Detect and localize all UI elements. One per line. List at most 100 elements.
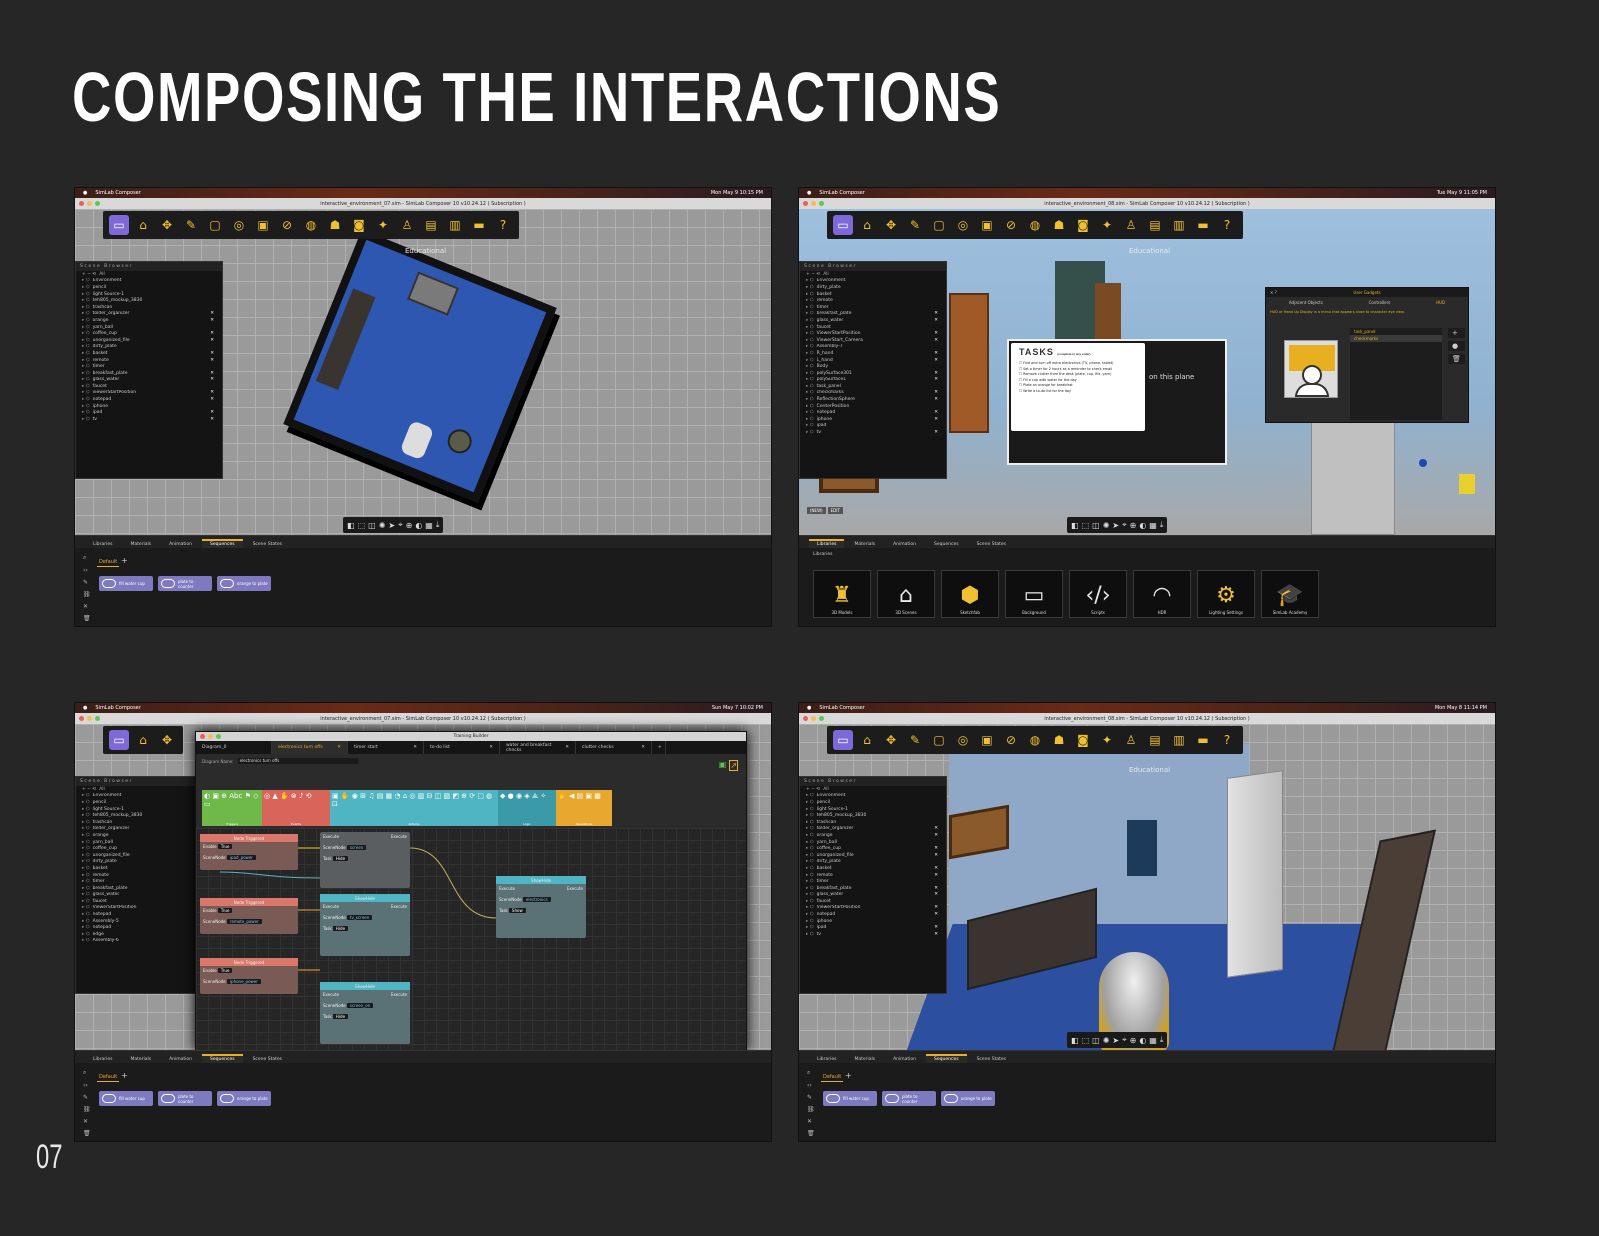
remove-icon[interactable]: ✕ <box>210 417 214 422</box>
remove-icon[interactable]: ✕ <box>934 311 938 316</box>
download-icon[interactable]: ⤓ <box>1160 1035 1164 1045</box>
brush-icon[interactable]: ✎ <box>83 1094 91 1101</box>
close-tab-icon[interactable]: ✕ <box>413 745 417 750</box>
tab-default[interactable]: Default <box>97 1073 120 1082</box>
render-icon[interactable]: ▣ <box>977 215 997 235</box>
tree-item[interactable]: ▸ ⌬notepad ✕ <box>76 396 222 403</box>
tree-item[interactable]: ▸ ⌬tolder_organizer ✕ <box>800 826 946 833</box>
remove-icon[interactable]: ✕ <box>934 873 938 878</box>
trigger-node[interactable]: Node Triggered Enable True SceneNode ipho… <box>200 958 298 994</box>
cat-icon[interactable]: ☗ <box>325 215 345 235</box>
transform-icon[interactable]: ✥ <box>157 730 177 750</box>
code-icon[interactable]: ‹› <box>83 1082 91 1089</box>
box-icon[interactable]: ◫ <box>1092 1036 1100 1045</box>
add-tab-button[interactable]: + <box>845 1071 852 1080</box>
frame-icon[interactable]: ▢ <box>205 215 225 235</box>
remove-icon[interactable]: ✕ <box>934 846 938 851</box>
tree-item[interactable]: ▸ ⌬ polySurface1 ✕ <box>800 377 946 384</box>
add-tab-button[interactable]: + <box>121 556 128 565</box>
tree-item[interactable]: ▸ ⌬ tv ✕ <box>800 429 946 436</box>
remove-icon[interactable]: ✕ <box>210 397 214 402</box>
link-icon[interactable]: ⛓ <box>83 591 91 598</box>
remove-icon[interactable]: ✕ <box>210 338 214 343</box>
tab-scene-states[interactable]: Scene States <box>245 1054 290 1063</box>
enable-select[interactable]: True <box>217 908 233 913</box>
remove-icon[interactable]: ✕ <box>934 390 938 395</box>
walk-icon[interactable]: ⊕ <box>406 521 413 530</box>
close-icon[interactable]: ✕ <box>83 1118 91 1125</box>
person-icon[interactable]: ♙ <box>397 215 417 235</box>
material-icon[interactable]: ⊘ <box>277 215 297 235</box>
new-button[interactable]: (NEW) <box>807 507 826 514</box>
help-icon[interactable]: ? <box>1217 730 1237 750</box>
grid-icon[interactable]: ▦ <box>1149 1036 1157 1045</box>
remove-icon[interactable]: ✕ <box>210 410 214 415</box>
globe-icon[interactable]: ◍ <box>1025 730 1045 750</box>
material-icon[interactable]: ⊘ <box>1001 215 1021 235</box>
close-tab-icon[interactable]: ✕ <box>565 745 569 750</box>
tree-item[interactable]: ▸ ⌬ remote <box>800 297 946 304</box>
trash-icon[interactable]: 🗑 <box>83 1130 91 1137</box>
tree-item[interactable]: ▸ ⌬ polySurface301 ✕ <box>800 370 946 377</box>
tab-scene-states[interactable]: Scene States <box>969 1054 1014 1063</box>
edit-button[interactable]: EDIT <box>827 507 843 514</box>
tree-item[interactable]: ▸ ⌬ teh805_mockup_3830 <box>76 297 222 304</box>
link-icon[interactable]: ⛓ <box>83 1106 91 1113</box>
360-icon[interactable]: ◙ <box>1073 215 1093 235</box>
zoom-window-button[interactable] <box>819 201 824 206</box>
scene-tree[interactable]: ▸ ⌬ Environment ▸ ⌬ dirty_plate ▸ ⌬ basket ▸ ⌬… <box>800 278 946 436</box>
panel-icon[interactable]: ▥ <box>1169 215 1189 235</box>
walk-icon[interactable]: ⊕ <box>1130 1036 1137 1045</box>
tree-item[interactable]: ▸ ⌬ yarn_ball <box>76 324 222 331</box>
gadget-tab[interactable]: Controllers <box>1369 300 1391 305</box>
task-select[interactable]: Hide <box>332 1014 349 1019</box>
zoom-icon[interactable]: ⌖ <box>1122 1035 1127 1045</box>
tree-item[interactable]: ▸ ⌬ trashcan <box>76 304 222 311</box>
showhide-node[interactable]: ShowHide Execute Execute SceneNode tv_scre… <box>320 894 410 956</box>
tree-item[interactable]: ▸ ⌬ dirty_plate <box>800 859 946 866</box>
tree-item[interactable]: ▸ ⌬ ReflectionSphere ✕ <box>800 396 946 403</box>
grid-icon[interactable]: ▦ <box>425 521 433 530</box>
tree-item[interactable]: ▸ ⌬ ViewerStart_Camera ✕ <box>800 337 946 344</box>
library-item[interactable]: 🎓 SimLab Academy <box>1261 570 1319 618</box>
walk-icon[interactable]: ⊕ <box>1130 521 1137 530</box>
close-icon[interactable]: ✕ <box>83 603 91 610</box>
light-icon[interactable]: ✺ <box>1103 521 1110 530</box>
tab-scene-states[interactable]: Scene States <box>969 539 1014 548</box>
remove-icon[interactable]: ✕ <box>934 932 938 937</box>
scene-node-field[interactable]: electronics <box>522 897 551 902</box>
tree-item[interactable]: ▸ ⌬ iphone <box>800 918 946 925</box>
tab-sequences[interactable]: Sequences <box>202 539 243 548</box>
video-icon[interactable]: ▤ <box>1145 215 1165 235</box>
globe-icon[interactable]: ◍ <box>301 215 321 235</box>
tree-item[interactable]: ▸ ⌬ ipad ✕ <box>800 924 946 931</box>
zoom-window-button[interactable] <box>95 201 100 206</box>
minimize-window-button[interactable] <box>811 201 816 206</box>
box-icon[interactable]: ◫ <box>1092 521 1100 530</box>
remove-icon[interactable]: ✕ <box>210 331 214 336</box>
fit-icon[interactable]: ⬚ <box>358 521 366 530</box>
code-icon[interactable]: ‹› <box>83 567 91 574</box>
close-icon[interactable]: ✕ <box>807 1118 815 1125</box>
scene-icon[interactable]: ⌂ <box>857 215 877 235</box>
remove-icon[interactable]: ✕ <box>934 833 938 838</box>
palette-actions[interactable]: ▣ ✋ ◉ ⊞ ♫ ▤ ▦ ◔ ⌂ ◎ ▥ ⊟ ◫ ▧ ◩ ⊕ ⟳ ▢ ◍ ⊡ A… <box>330 790 498 826</box>
tree-item[interactable]: ▸ ⌬ faucet <box>800 324 946 331</box>
tree-item[interactable]: ▸ ⌬breakfast_plate ✕ <box>76 370 222 377</box>
close-window-button[interactable] <box>803 201 808 206</box>
tree-item[interactable]: ▸ ⌬ yarn_ball <box>800 839 946 846</box>
trigger-node[interactable]: Node Triggered Enable True SceneNode remo… <box>200 898 298 934</box>
tree-item[interactable]: ▸ ⌬ light Source-1 <box>76 291 222 298</box>
remove-icon[interactable]: ✕ <box>210 377 214 382</box>
tree-item[interactable]: ▸ ⌬coffee_cup ✕ <box>800 845 946 852</box>
scene-icon[interactable]: ⌂ <box>133 730 153 750</box>
close-icon[interactable]: ✕ ? <box>1270 290 1277 295</box>
orbit-icon[interactable]: ◐ <box>1139 1036 1146 1045</box>
globe-icon[interactable]: ◍ <box>1025 215 1045 235</box>
sequence-item[interactable]: plate to counter <box>882 1091 936 1106</box>
remove-icon[interactable]: ✕ <box>934 853 938 858</box>
tab-sequences[interactable]: Sequences <box>926 539 967 548</box>
magic-icon[interactable]: ✦ <box>373 215 393 235</box>
remove-icon[interactable]: ✕ <box>934 905 938 910</box>
tree-item[interactable]: ▸ ⌬ timer <box>76 363 222 370</box>
